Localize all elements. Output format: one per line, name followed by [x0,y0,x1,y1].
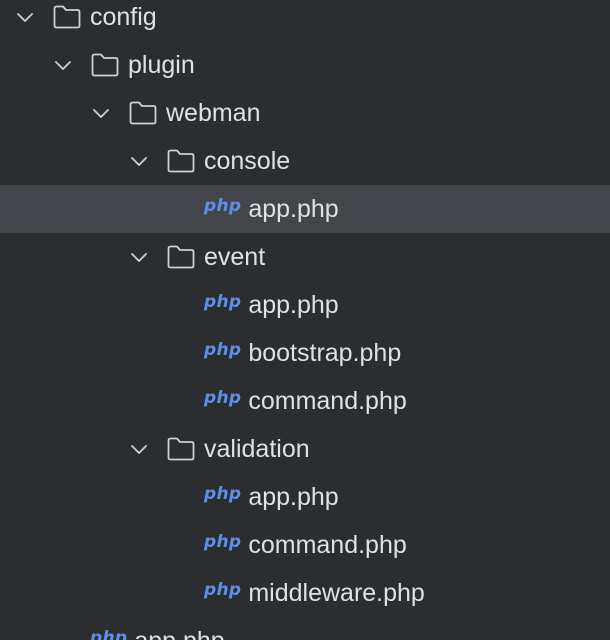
php-file-icon: php [204,580,242,600]
folder-label: plugin [128,50,195,79]
tree-folder-row[interactable]: webman [0,89,610,137]
tree-file-row[interactable]: php bootstrap.php [0,329,610,377]
tree-folder-row[interactable]: event [0,233,610,281]
chevron-down-icon[interactable] [128,150,150,172]
tree-file-row[interactable]: php app.php [0,473,610,521]
tree-file-row[interactable]: php app.php [0,281,610,329]
tree-file-row[interactable]: php app.php [0,185,610,233]
php-file-icon: php [204,484,242,504]
chevron-down-icon[interactable] [90,102,112,124]
folder-label: console [204,146,291,175]
folder-label: validation [204,434,310,463]
tree-file-row[interactable]: php middleware.php [0,569,610,617]
php-file-icon: php [204,292,242,312]
folder-label: webman [166,98,261,127]
chevron-down-icon[interactable] [128,438,150,460]
tree-folder-row[interactable]: config [0,0,610,41]
tree-file-row[interactable]: php command.php [0,521,610,569]
folder-icon [128,100,158,126]
chevron-down-icon[interactable] [14,6,36,28]
folder-label: config [90,2,157,31]
project-file-tree: config plugin webman console php app.php event… [0,0,610,640]
php-file-icon: php [204,532,242,552]
file-label: command.php [248,530,407,559]
file-label: app.php [248,290,339,319]
file-label: app.php [248,482,339,511]
tree-folder-row[interactable]: console [0,137,610,185]
php-file-icon: php [204,388,242,408]
file-label: app.php [248,194,339,223]
file-label: bootstrap.php [248,338,402,367]
folder-label: event [204,242,266,271]
tree-folder-row[interactable]: validation [0,425,610,473]
php-file-icon: php [90,628,128,640]
chevron-down-icon[interactable] [128,246,150,268]
php-file-icon: php [204,340,242,360]
php-file-icon: php [204,196,242,216]
folder-icon [52,4,82,30]
file-label: command.php [248,386,407,415]
tree-file-row[interactable]: php command.php [0,377,610,425]
folder-icon [166,436,196,462]
tree-file-row[interactable]: php app.php [0,617,610,640]
chevron-down-icon[interactable] [52,54,74,76]
tree-folder-row[interactable]: plugin [0,41,610,89]
folder-icon [90,52,120,78]
folder-icon [166,148,196,174]
file-label: app.php [134,627,224,640]
folder-icon [166,244,196,270]
file-label: middleware.php [248,578,425,607]
